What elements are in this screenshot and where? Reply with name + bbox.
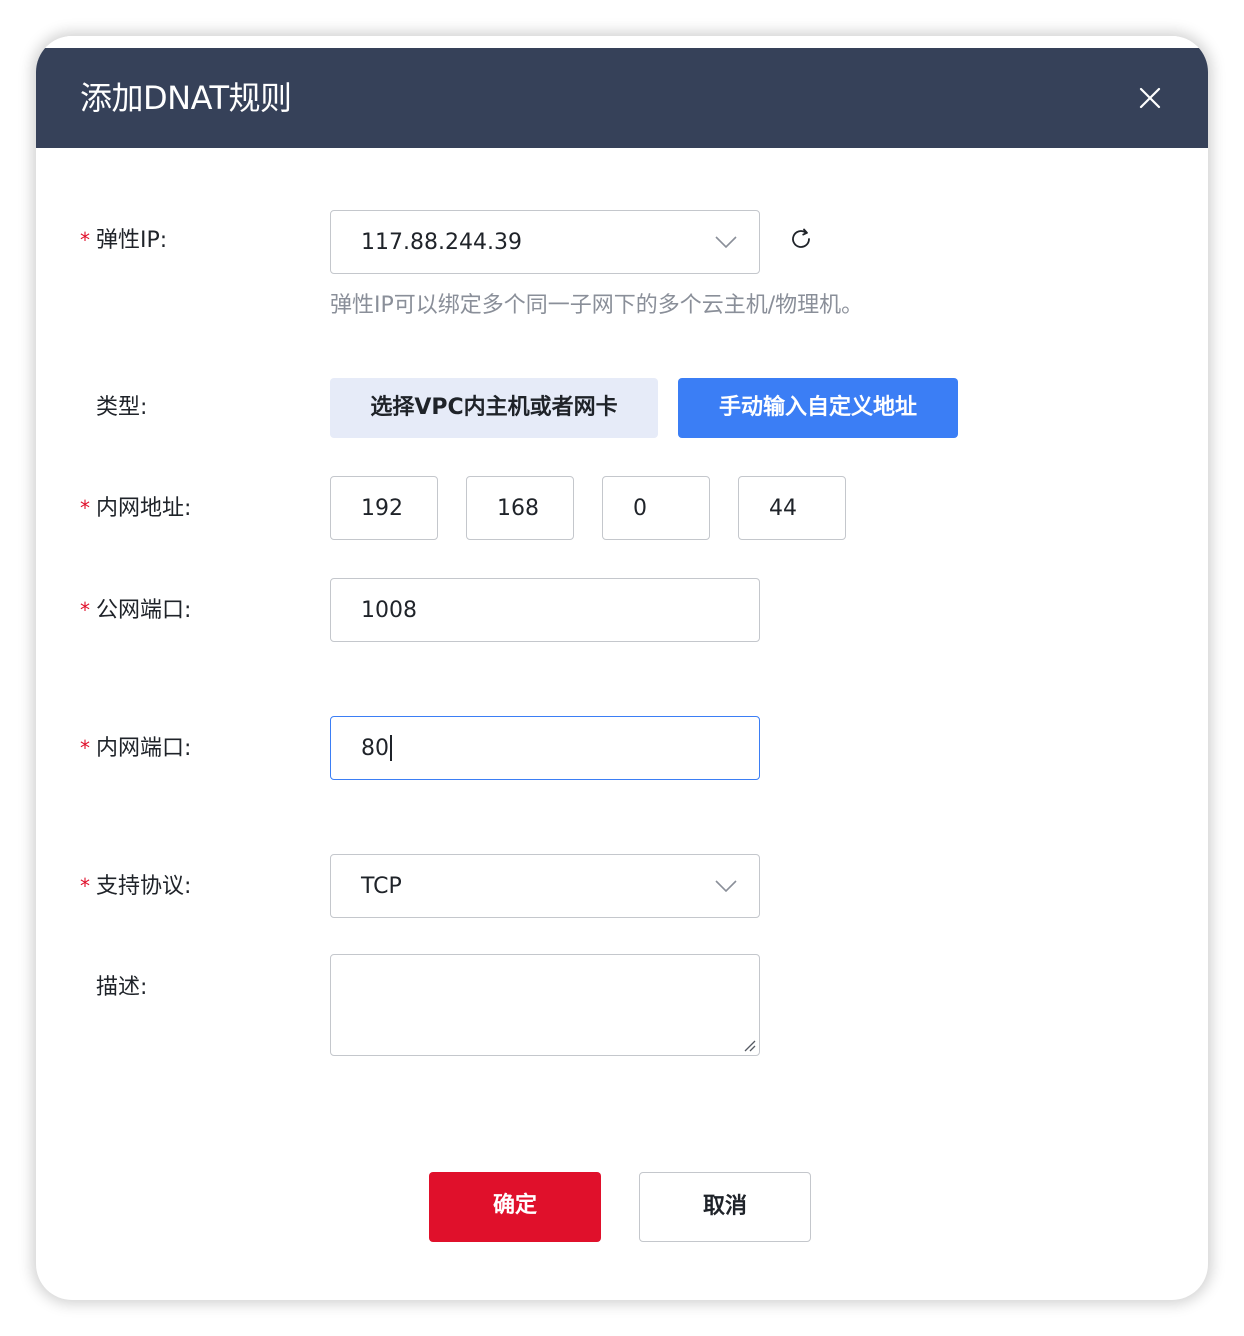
- description-textarea[interactable]: [330, 954, 760, 1056]
- chevron-down-icon: [715, 236, 737, 248]
- private-port-value: 80: [361, 735, 389, 761]
- chevron-down-icon: [715, 880, 737, 892]
- private-address-octet-1[interactable]: 192: [330, 476, 438, 540]
- private-address-octet-4[interactable]: 44: [738, 476, 846, 540]
- required-mark: *: [80, 228, 90, 252]
- private-address-label: * 内网地址:: [80, 488, 191, 528]
- protocol-value: TCP: [361, 873, 402, 899]
- close-button[interactable]: [1132, 80, 1168, 116]
- private-port-label: * 内网端口:: [80, 728, 191, 768]
- elastic-ip-label: * 弹性IP:: [80, 220, 167, 260]
- required-mark: *: [80, 736, 90, 760]
- dialog-top-band: [36, 36, 1208, 48]
- resize-handle-icon[interactable]: [742, 1038, 756, 1052]
- public-port-input[interactable]: 1008: [330, 578, 760, 642]
- type-option-manual-address[interactable]: 手动输入自定义地址: [678, 378, 958, 438]
- type-option-select-vpc-host[interactable]: 选择VPC内主机或者网卡: [330, 378, 658, 438]
- public-port-label: * 公网端口:: [80, 590, 191, 630]
- cancel-button[interactable]: 取消: [639, 1172, 811, 1242]
- required-mark: *: [80, 598, 90, 622]
- dnat-rule-dialog: 添加DNAT规则 * 弹性IP: 117.88.244.39 弹性IP可以绑定多个…: [36, 36, 1208, 1300]
- required-mark: *: [80, 874, 90, 898]
- private-port-input[interactable]: 80: [330, 716, 760, 780]
- private-address-octet-2[interactable]: 168: [466, 476, 574, 540]
- close-icon: [1139, 87, 1161, 109]
- public-port-value: 1008: [361, 597, 417, 623]
- confirm-button[interactable]: 确定: [429, 1172, 601, 1242]
- description-label: 描述:: [96, 975, 148, 1000]
- elastic-ip-hint: 弹性IP可以绑定多个同一子网下的多个云主机/物理机。: [330, 293, 864, 318]
- type-label: 类型:: [96, 395, 148, 420]
- protocol-label: * 支持协议:: [80, 866, 191, 906]
- dialog-title: 添加DNAT规则: [80, 79, 292, 117]
- protocol-select[interactable]: TCP: [330, 854, 760, 918]
- elastic-ip-value: 117.88.244.39: [361, 229, 522, 255]
- required-mark: *: [80, 496, 90, 520]
- private-address-octet-3[interactable]: 0: [602, 476, 710, 540]
- refresh-icon[interactable]: [788, 226, 814, 252]
- text-caret: [390, 735, 392, 761]
- dialog-header: 添加DNAT规则: [36, 48, 1208, 148]
- elastic-ip-select[interactable]: 117.88.244.39: [330, 210, 760, 274]
